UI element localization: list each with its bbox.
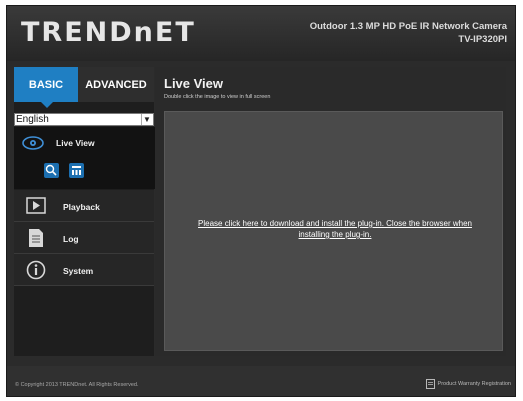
tab-advanced[interactable]: ADVANCED: [78, 67, 154, 102]
warranty-link-label: Product Warranty Registration: [437, 381, 511, 387]
warranty-registration-link[interactable]: Product Warranty Registration: [425, 379, 511, 389]
sidebar-item-label: Live View: [56, 138, 95, 148]
document-icon: [425, 379, 435, 389]
eye-icon: [22, 136, 44, 150]
product-name: Outdoor 1.3 MP HD PoE IR Network Camera: [309, 21, 507, 32]
language-select-value: English: [16, 114, 49, 125]
sidebar: BASIC ADVANCED English ▼ Live View Playb…: [14, 67, 164, 356]
plugin-download-link[interactable]: Please click here to download and instal…: [195, 218, 475, 240]
sidebar-item-label: Log: [63, 234, 79, 244]
zoom-icon[interactable]: [44, 163, 59, 178]
product-model: TV-IP320PI: [458, 34, 507, 45]
language-select[interactable]: English ▼: [14, 113, 154, 126]
sidebar-item-system[interactable]: System: [14, 254, 154, 286]
sidebar-item-live-view[interactable]: Live View: [14, 127, 164, 189]
mode-tabs: BASIC ADVANCED: [14, 67, 154, 108]
copyright-text: © Copyright 2013 TRENDnet. All Rights Re…: [15, 382, 139, 388]
log-document-icon: [29, 229, 43, 247]
sidebar-item-label: Playback: [63, 202, 100, 212]
page-hint: Double click the image to view in full s…: [164, 94, 271, 100]
video-viewer[interactable]: Please click here to download and instal…: [164, 111, 503, 351]
product-title: Outdoor 1.3 MP HD PoE IR Network Camera …: [310, 20, 507, 46]
layout-icon[interactable]: [69, 163, 84, 178]
info-icon: [26, 260, 46, 280]
sidebar-item-log[interactable]: Log: [14, 222, 154, 254]
footer: © Copyright 2013 TRENDnet. All Rights Re…: [7, 366, 515, 396]
chevron-down-icon[interactable]: ▼: [141, 114, 152, 125]
app-window: TRENDnET Outdoor 1.3 MP HD PoE IR Networ…: [6, 5, 516, 397]
page-title: Live View: [164, 76, 224, 91]
play-icon: [26, 197, 46, 214]
header: TRENDnET Outdoor 1.3 MP HD PoE IR Networ…: [7, 6, 515, 61]
sidebar-item-label: System: [63, 266, 94, 276]
main-content: Live View Double click the image to view…: [155, 67, 506, 356]
trendnet-logo: TRENDnET: [21, 17, 196, 48]
tab-basic[interactable]: BASIC: [14, 67, 78, 108]
sidebar-item-playback[interactable]: Playback: [14, 190, 154, 222]
